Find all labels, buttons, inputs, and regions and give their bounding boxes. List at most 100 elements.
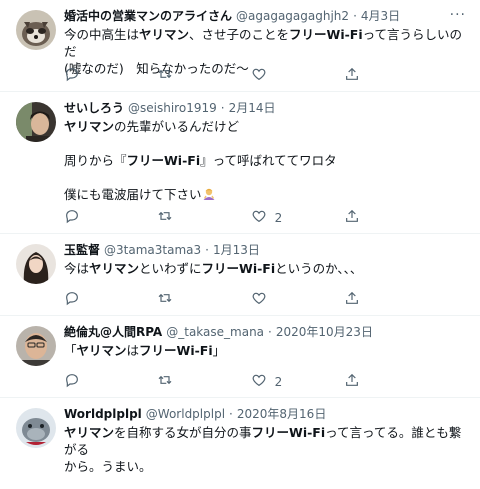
avatar[interactable] [16, 102, 56, 142]
reply-icon [64, 208, 80, 227]
like-count: 2 [274, 210, 283, 225]
tweet-4[interactable]: Worldplplpl @Worldplplpl · 2020年8月16日 ヤリ… [0, 398, 480, 488]
handle[interactable]: @Worldplplpl [146, 406, 225, 422]
display-name[interactable]: 玉監督 [64, 242, 100, 258]
retweet-button[interactable] [157, 208, 217, 227]
reply-icon [64, 66, 80, 85]
reply-icon [64, 372, 80, 391]
highlighted-text: フリーWi-Fi [201, 261, 276, 276]
tweet-text: ヤリマンの先輩がいるんだけど 周りから『フリーWi-Fi』って呼ばれててワロタ 僕に… [64, 118, 464, 203]
tweet-text: 「ヤリマンはフリーWi-Fi」 [64, 342, 464, 359]
avatar[interactable] [16, 326, 56, 366]
like-count: 2 [274, 374, 283, 389]
action-bar [64, 290, 404, 309]
highlighted-text: ヤリマン [64, 425, 115, 440]
text-run: というのか、、、 [275, 261, 363, 276]
heart-icon [251, 66, 267, 85]
tweet-1[interactable]: せいしろう @seishiro1919 · 2月14日 ヤリマンの先輩がいるんだ… [0, 92, 480, 234]
avatar[interactable] [16, 244, 56, 284]
display-name[interactable]: Worldplplpl [64, 406, 142, 422]
highlighted-text: フリーWi-Fi [289, 27, 363, 42]
text-run: 「 [64, 343, 77, 358]
reply-button[interactable] [64, 372, 124, 391]
timestamp[interactable]: 2020年10月23日 [276, 324, 373, 340]
action-bar: 2 [64, 208, 404, 227]
timestamp[interactable]: 1月13日 [213, 242, 260, 258]
tweet-2[interactable]: 玉監督 @3tama3tama3 · 1月13日 今はヤリマンといわずにフリーW… [0, 234, 480, 316]
action-bar [64, 66, 404, 85]
tweet-line: から。うまい。 [64, 458, 464, 475]
handle[interactable]: @3tama3tama3 [104, 242, 201, 258]
tweet-line: ヤリマンの先輩がいるんだけど [64, 118, 464, 135]
text-run: 今は [64, 261, 90, 276]
retweet-button[interactable] [157, 66, 217, 85]
tweet-line: 僕にも電波届けて下さい [64, 186, 464, 203]
tweet-line [64, 169, 464, 186]
like-button[interactable]: 2 [251, 208, 311, 227]
tweet-text: 今はヤリマンといわずにフリーWi-Fiというのか、、、 [64, 260, 464, 277]
handle[interactable]: @seishiro1919 [128, 100, 217, 116]
highlighted-text: フリーWi-Fi [251, 425, 326, 440]
tweet-text: ヤリマンを自称する女が自分の事フリーWi-Fiって言ってる。誰とも繋がる から。う… [64, 424, 464, 475]
highlighted-text: フリーWi-Fi [126, 153, 201, 168]
retweet-icon [157, 372, 173, 391]
retweet-icon [157, 66, 173, 85]
tweet-3[interactable]: 絶倫丸@人間RPA @_takase_mana · 2020年10月23日 「ヤ… [0, 316, 480, 398]
retweet-icon [157, 290, 173, 309]
more-icon[interactable]: ··· [450, 7, 466, 23]
text-run: 』って呼ばれててワロタ [200, 153, 337, 168]
text-run: 」 [212, 343, 226, 358]
text-run: から。うまい。 [64, 459, 152, 474]
highlighted-text: ヤリマン [89, 261, 140, 276]
share-icon [344, 66, 360, 85]
reply-icon [64, 290, 80, 309]
reply-button[interactable] [64, 208, 124, 227]
text-run: の先輩がいるんだけど [114, 119, 240, 134]
display-name[interactable]: せいしろう [64, 100, 124, 116]
share-icon [344, 208, 360, 227]
avatar[interactable] [16, 10, 56, 50]
text-run: といわずに [139, 261, 202, 276]
share-button[interactable] [344, 372, 404, 391]
share-button[interactable] [344, 208, 404, 227]
tweet-0[interactable]: 婚活中の営業マンのアライさん @agagagagaghjh2 · 4月3日 今の… [0, 0, 480, 92]
like-button[interactable]: 2 [251, 372, 311, 391]
heart-icon [251, 372, 267, 391]
text-run: を自称する女が自分の事 [114, 425, 252, 440]
reply-button[interactable] [64, 290, 124, 309]
display-name[interactable]: 婚活中の営業マンのアライさん [64, 8, 232, 24]
separator: · [353, 9, 357, 23]
handle[interactable]: @agagagagaghjh2 [236, 8, 349, 24]
display-name[interactable]: 絶倫丸@人間RPA [64, 324, 162, 340]
tweet-line: 今の中高生はヤリマン、させ子のことをフリーWi-Fiって言うらしいのだ [64, 26, 464, 60]
like-button[interactable] [251, 290, 311, 309]
text-run: は [126, 343, 140, 358]
separator: · [205, 243, 209, 257]
separator: · [229, 407, 233, 421]
share-icon [344, 372, 360, 391]
retweet-button[interactable] [157, 372, 217, 391]
text-run: 周りから『 [64, 153, 127, 168]
highlighted-text: ヤリマン [139, 27, 190, 42]
timestamp[interactable]: 2020年8月16日 [237, 406, 326, 422]
tweet-line: 「ヤリマンはフリーWi-Fi」 [64, 342, 464, 359]
share-button[interactable] [344, 290, 404, 309]
action-bar: 2 [64, 372, 404, 391]
tweet-feed: 婚活中の営業マンのアライさん @agagagagaghjh2 · 4月3日 今の… [0, 0, 480, 488]
text-run: 今の中高生は [64, 27, 140, 42]
handle[interactable]: @_takase_mana [166, 324, 264, 340]
reply-button[interactable] [64, 66, 124, 85]
highlighted-text: フリーWi-Fi [139, 343, 213, 358]
highlighted-text: ヤリマン [64, 119, 115, 134]
avatar[interactable] [16, 408, 56, 448]
tweet-line: 周りから『フリーWi-Fi』って呼ばれててワロタ [64, 152, 464, 169]
retweet-button[interactable] [157, 290, 217, 309]
share-button[interactable] [344, 66, 404, 85]
bowing-person-emoji-icon [203, 188, 215, 200]
timestamp[interactable]: 2月14日 [229, 100, 276, 116]
like-button[interactable] [251, 66, 311, 85]
tweet-line: 今はヤリマンといわずにフリーWi-Fiというのか、、、 [64, 260, 464, 277]
timestamp[interactable]: 4月3日 [361, 8, 400, 24]
tweet-line: ヤリマンを自称する女が自分の事フリーWi-Fiって言ってる。誰とも繋がる [64, 424, 464, 458]
tweet-line [64, 135, 464, 152]
